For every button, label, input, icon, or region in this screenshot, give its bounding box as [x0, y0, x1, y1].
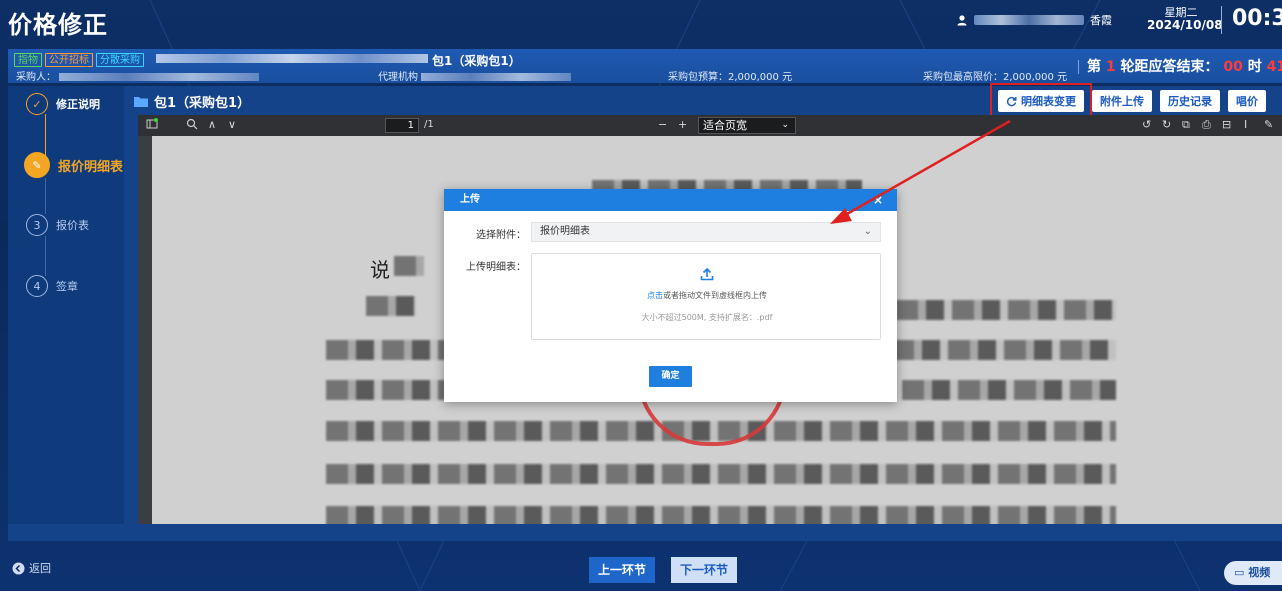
check-icon: ✓ [26, 93, 48, 115]
close-icon[interactable]: × [873, 189, 883, 211]
prev-page-icon[interactable]: ∧ [208, 118, 216, 131]
upload-dialog: 上传 × 选择附件： 报价明细表 ⌄ 上传明细表： 点击或者拖动文件到虚线框内上… [444, 189, 897, 402]
round-number: 1 [1105, 59, 1116, 75]
date: 2024/10/08 [1147, 18, 1223, 32]
time-divider [1221, 6, 1222, 34]
user-name: 香霞 [1090, 14, 1112, 27]
doc-text-redacted [326, 340, 446, 360]
draw-icon[interactable]: ✎ [1264, 118, 1273, 131]
purchaser-label: 采购人： [16, 72, 56, 83]
project-info-strip: 指物 公开招标 分散采购 包1（采购包1） 采购人： 代理机构 采购包预算：2,… [8, 49, 1282, 83]
agency-redacted [421, 73, 572, 81]
upload-click-link[interactable]: 点击 [647, 291, 663, 300]
doc-text-redacted [892, 340, 1116, 360]
confirm-button[interactable]: 确定 [649, 366, 692, 387]
step-quote-detail[interactable]: ✎ 报价明细表 [24, 152, 123, 178]
step-label: 报价表 [56, 219, 89, 232]
doc-text-redacted [326, 380, 446, 400]
page-number-input[interactable]: 1 [385, 118, 419, 133]
video-button[interactable]: ▭ 视频 [1224, 561, 1282, 585]
attachment-select[interactable]: 报价明细表 ⌄ [531, 222, 881, 242]
search-icon[interactable] [186, 118, 198, 130]
zoom-select[interactable]: 适合页宽 ⌄ [698, 117, 796, 134]
history-button[interactable]: 历史记录 [1160, 90, 1220, 112]
quote-button[interactable]: 唱价 [1228, 90, 1266, 112]
project-tags: 指物 公开招标 分散采购 [14, 53, 144, 67]
edit-icon: ✎ [24, 152, 50, 178]
rotate-left-icon[interactable]: ↺ [1142, 118, 1151, 131]
user-area: 香霞 [956, 13, 1112, 27]
doc-text-redacted [896, 300, 1116, 320]
step-signature[interactable]: 4 签章 [26, 275, 78, 297]
back-link[interactable]: 返回 [12, 560, 51, 576]
folder-icon [134, 97, 148, 107]
step-connector [45, 178, 46, 214]
upload-constraints: 大小不超过500M, 支持扩展名：.pdf [641, 313, 773, 322]
doc-text-redacted [326, 464, 1116, 484]
agency-info: 代理机构 [378, 68, 572, 83]
open-file-icon[interactable]: ⧉ [1182, 118, 1190, 132]
doc-text-redacted [394, 256, 424, 276]
text-select-icon[interactable]: I [1244, 118, 1247, 131]
chevron-down-icon: ⌄ [863, 226, 872, 237]
step-number: 3 [26, 214, 48, 236]
doc-text-redacted [366, 296, 416, 316]
upload-dropzone[interactable]: 点击或者拖动文件到虚线框内上传 大小不超过500M, 支持扩展名：.pdf [531, 253, 881, 340]
user-icon [957, 15, 967, 26]
rotate-right-icon[interactable]: ↻ [1162, 118, 1171, 131]
countdown: 第 1 轮距应答结束： 00 时 41 分 [1078, 56, 1282, 76]
purchaser-redacted [59, 73, 260, 81]
doc-text-redacted [902, 380, 1116, 400]
dialog-title: 上传 [460, 194, 480, 205]
next-page-icon[interactable]: ∨ [228, 118, 236, 131]
step-sidebar: ✓ 修正说明 ✎ 报价明细表 3 报价表 4 签章 [8, 86, 124, 524]
tag-category: 指物 [14, 53, 42, 67]
max-price: 采购包最高限价：2,000,000 元 [923, 72, 1068, 83]
budget: 采购包预算：2,000,000 元 [668, 72, 793, 83]
content-header: 包1（采购包1） [134, 92, 250, 111]
minutes: 41 [1266, 59, 1282, 75]
pdf-toolbar: ∧ ∨ 1 /1 − + 适合页宽 ⌄ ↺ ↻ ⧉ ⎙ ⊟ I ✎ [138, 115, 1282, 136]
sidebar-toggle-icon[interactable] [146, 118, 158, 130]
tag-type: 分散采购 [96, 53, 144, 67]
step-label: 修正说明 [56, 98, 100, 111]
upload-icon [700, 267, 714, 281]
prev-step-button[interactable]: 上一环节 [589, 557, 655, 583]
agency-label: 代理机构 [378, 72, 418, 83]
page-total: /1 [424, 119, 434, 130]
step-label: 签章 [56, 280, 78, 293]
step-revision-notes[interactable]: ✓ 修正说明 [26, 93, 100, 115]
page-title: 价格修正 [8, 11, 108, 39]
download-icon[interactable]: ⊟ [1222, 118, 1231, 131]
step-label: 报价明细表 [58, 159, 124, 175]
video-icon: ▭ [1234, 566, 1249, 579]
doc-text-redacted [326, 506, 1116, 524]
tag-method: 公开招标 [45, 53, 93, 67]
user-name-redacted [974, 15, 1084, 25]
step-number: 4 [26, 275, 48, 297]
countdown-divider [1078, 60, 1079, 74]
date-block: 星期二 2024/10/08 [1147, 7, 1223, 32]
purchaser-info: 采购人： [16, 68, 260, 83]
step-connector [45, 236, 46, 276]
clock: 00:3 [1232, 6, 1282, 31]
attachment-upload-button[interactable]: 附件上传 [1092, 90, 1152, 112]
hours: 00 [1223, 59, 1243, 75]
zoom-in-icon[interactable]: + [678, 118, 687, 131]
package-title: 包1（采购包1） [154, 96, 251, 111]
dialog-header: 上传 × [444, 189, 897, 211]
next-step-button[interactable]: 下一环节 [671, 557, 737, 583]
back-icon [12, 562, 25, 574]
chevron-down-icon: ⌄ [781, 120, 789, 130]
attachment-label: 选择附件： [476, 230, 526, 241]
top-bar: 价格修正 香霞 星期二 2024/10/08 00:3 [0, 0, 1282, 40]
upload-hint: 点击或者拖动文件到虚线框内上传 [647, 291, 767, 300]
project-name-redacted [156, 54, 428, 63]
package-name: 包1（采购包1） [432, 54, 521, 68]
step-quote-form[interactable]: 3 报价表 [26, 214, 89, 236]
print-icon[interactable]: ⎙ [1202, 118, 1211, 132]
upload-label: 上传明细表： [466, 262, 526, 273]
zoom-out-icon[interactable]: − [658, 118, 667, 131]
doc-label: 说 [370, 258, 390, 282]
